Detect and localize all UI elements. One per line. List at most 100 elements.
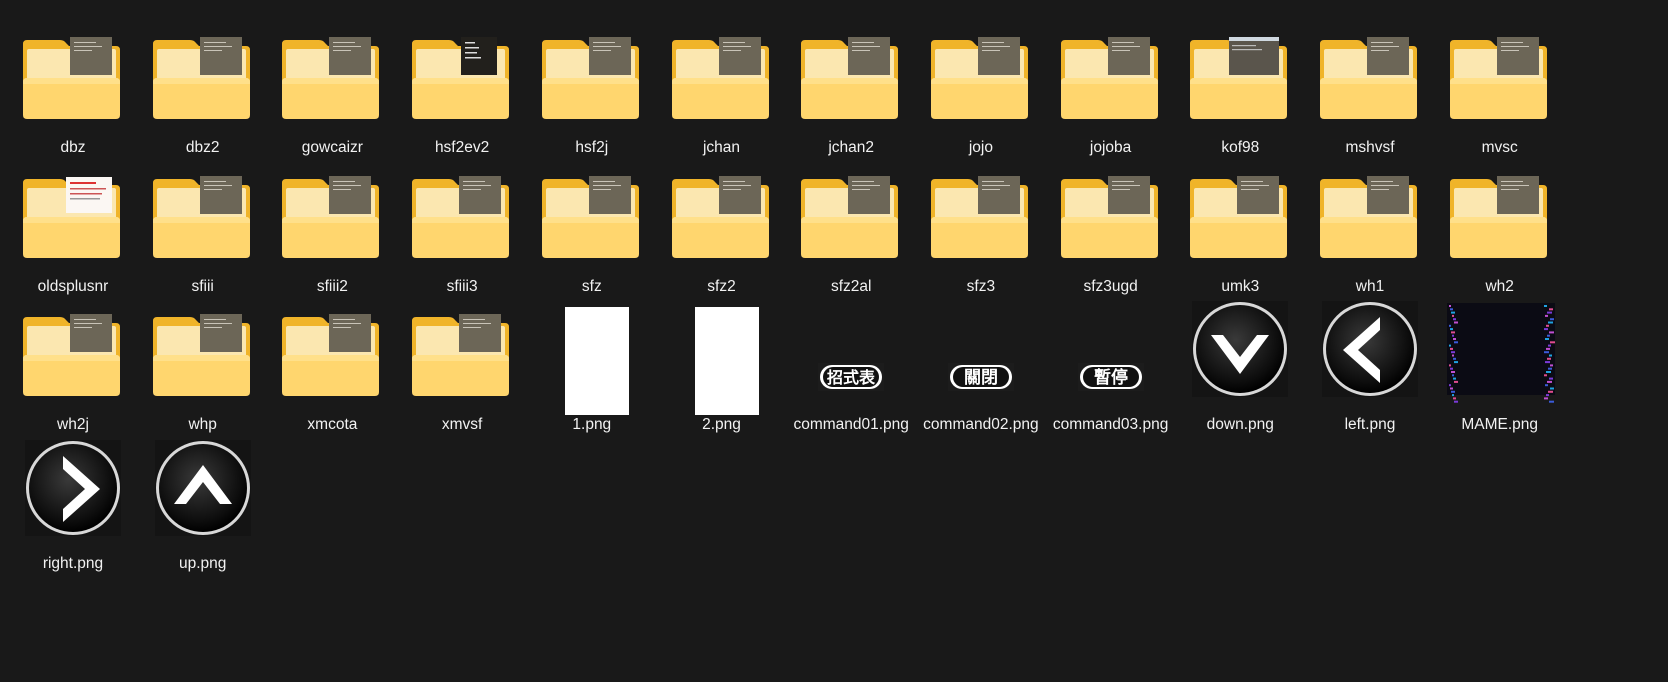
down-arrow-icon (1175, 295, 1305, 403)
item-label: sfiii3 (446, 277, 478, 295)
command-button-thumbnail: 暫停 (1046, 295, 1176, 403)
item-label: sfz (581, 277, 602, 295)
folder-icon (138, 18, 268, 126)
item-label: xmvsf (441, 416, 483, 433)
svg-text:暫停: 暫停 (1094, 367, 1128, 388)
file-item-1-png[interactable]: 1.png (527, 295, 657, 435)
folder-item-wh2j[interactable]: wh2j (8, 295, 138, 435)
folder-icon (1046, 157, 1176, 265)
folder-icon (1305, 18, 1435, 126)
folder-item-hsf2ev2[interactable]: hsf2ev2 (397, 18, 527, 158)
up-arrow-icon (138, 434, 268, 542)
file-grid: dbz dbz2 gowcaizr hsf2ev2 hsf2j jchan jchan2 jo… (0, 0, 1668, 682)
item-label: sfiii2 (316, 277, 348, 295)
item-label: command01.png (793, 416, 909, 433)
item-label: dbz2 (185, 139, 220, 156)
folder-item-gowcaizr[interactable]: gowcaizr (267, 18, 397, 158)
folder-icon (397, 295, 527, 403)
folder-item-jojo[interactable]: jojo (916, 18, 1046, 158)
folder-item-sfiii3[interactable]: sfiii3 (397, 157, 527, 297)
file-item-command01-png[interactable]: 招式表 command01.png (786, 295, 916, 435)
item-label: whp (188, 416, 217, 433)
item-label: gowcaizr (301, 139, 363, 156)
folder-icon (138, 157, 268, 265)
command-button-thumbnail: 招式表 (786, 295, 916, 403)
folder-item-kof98[interactable]: kof98 (1175, 18, 1305, 158)
folder-item-dbz2[interactable]: dbz2 (138, 18, 268, 158)
item-label: command02.png (923, 416, 1039, 433)
item-label: mvsc (1481, 139, 1518, 156)
image-thumbnail (527, 295, 657, 415)
folder-icon (138, 295, 268, 403)
item-label: dbz (60, 139, 86, 156)
item-label: hsf2j (575, 139, 609, 156)
command-button-thumbnail: 關閉 (916, 295, 1046, 403)
folder-icon (267, 157, 397, 265)
folder-item-mshvsf[interactable]: mshvsf (1305, 18, 1435, 158)
folder-item-sfz2al[interactable]: sfz2al (786, 157, 916, 297)
file-item-mame-png[interactable]: MAME.png (1435, 295, 1565, 435)
file-item-left-png[interactable]: left.png (1305, 295, 1435, 435)
folder-item-hsf2j[interactable]: hsf2j (527, 18, 657, 158)
folder-icon (657, 157, 787, 265)
file-item-down-png[interactable]: down.png (1175, 295, 1305, 435)
folder-item-xmvsf[interactable]: xmvsf (397, 295, 527, 435)
folder-item-whp[interactable]: whp (138, 295, 268, 435)
folder-icon (1305, 157, 1435, 265)
image-thumbnail (657, 295, 787, 415)
item-label: sfz3ugd (1083, 277, 1138, 295)
file-item-right-png[interactable]: right.png (8, 434, 138, 574)
folder-item-mvsc[interactable]: mvsc (1435, 18, 1565, 158)
folder-item-xmcota[interactable]: xmcota (267, 295, 397, 435)
folder-item-wh1[interactable]: wh1 (1305, 157, 1435, 297)
folder-icon (1175, 157, 1305, 265)
folder-item-wh2[interactable]: wh2 (1435, 157, 1565, 297)
file-item-2-png[interactable]: 2.png (657, 295, 787, 435)
folder-item-sfz[interactable]: sfz (527, 157, 657, 297)
item-label: oldsplusnr (37, 277, 109, 295)
folder-icon (786, 18, 916, 126)
white-image (564, 307, 629, 415)
folder-item-sfiii[interactable]: sfiii (138, 157, 268, 297)
item-label: jojo (968, 139, 993, 156)
folder-item-jojoba[interactable]: jojoba (1046, 18, 1176, 158)
folder-item-sfz3ugd[interactable]: sfz3ugd (1046, 157, 1176, 297)
item-label: 1.png (572, 416, 612, 433)
item-label: wh1 (1355, 277, 1385, 295)
folder-icon (8, 295, 138, 403)
folder-icon (916, 157, 1046, 265)
svg-text:招式表: 招式表 (827, 368, 876, 387)
item-label: xmcota (307, 416, 358, 433)
folder-icon (1435, 18, 1565, 126)
item-label: left.png (1344, 416, 1396, 433)
item-label: kof98 (1221, 139, 1260, 156)
item-label: hsf2ev2 (434, 139, 490, 156)
item-label: jojoba (1089, 139, 1132, 156)
item-label: wh2 (1485, 277, 1514, 295)
item-label: sfz2 (707, 277, 736, 295)
file-item-command02-png[interactable]: 關閉 command02.png (916, 295, 1046, 435)
item-label: sfz3 (966, 277, 996, 295)
folder-icon (786, 157, 916, 265)
right-arrow-icon (8, 434, 138, 542)
folder-icon (8, 157, 138, 265)
file-item-up-png[interactable]: up.png (138, 434, 268, 574)
folder-icon (657, 18, 787, 126)
left-arrow-icon (1305, 295, 1435, 403)
file-item-command03-png[interactable]: 暫停 command03.png (1046, 295, 1176, 435)
folder-icon (8, 18, 138, 126)
folder-item-sfz3[interactable]: sfz3 (916, 157, 1046, 297)
folder-item-jchan2[interactable]: jchan2 (786, 18, 916, 158)
folder-icon (527, 157, 657, 265)
folder-item-sfiii2[interactable]: sfiii2 (267, 157, 397, 297)
item-label: 2.png (702, 416, 741, 433)
folder-item-jchan[interactable]: jchan (657, 18, 787, 158)
folder-item-sfz2[interactable]: sfz2 (657, 157, 787, 297)
folder-item-umk3[interactable]: umk3 (1175, 157, 1305, 297)
folder-icon (397, 157, 527, 265)
folder-icon (527, 18, 657, 126)
folder-item-oldsplusnr[interactable]: oldsplusnr (8, 157, 138, 297)
item-label: MAME.png (1461, 416, 1539, 433)
folder-item-dbz[interactable]: dbz (8, 18, 138, 158)
folder-icon (1175, 18, 1305, 126)
